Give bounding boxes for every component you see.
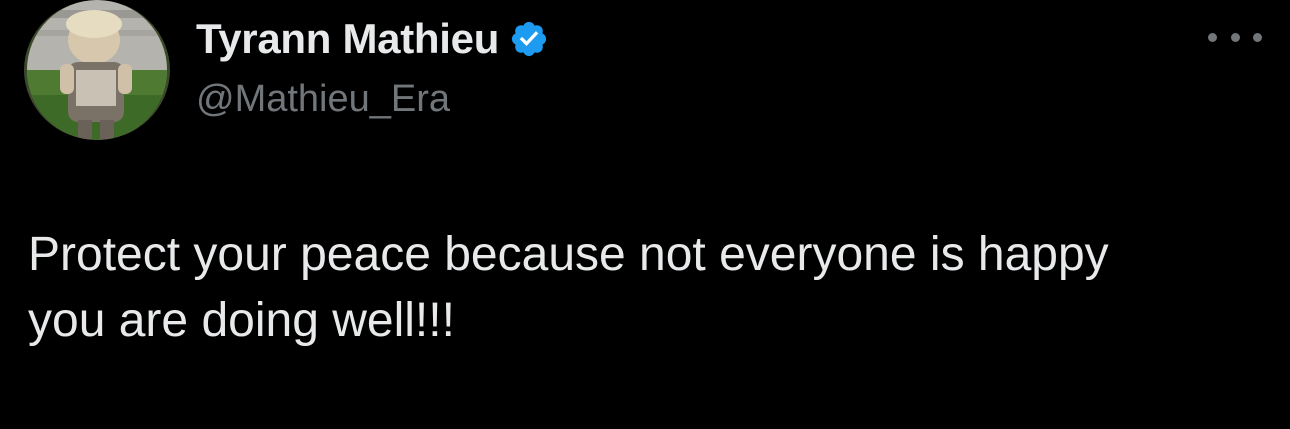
avatar[interactable] <box>24 0 170 140</box>
more-dot <box>1253 32 1262 42</box>
tweet-header: Tyrann Mathieu @Mathieu_Era <box>196 10 1096 121</box>
tweet-text: Protect your peace because not everyone … <box>28 222 1268 354</box>
more-dot <box>1208 32 1217 42</box>
display-name[interactable]: Tyrann Mathieu <box>196 15 499 63</box>
more-dot <box>1230 32 1240 42</box>
name-row: Tyrann Mathieu <box>196 10 1096 68</box>
tweet-text-line: you are doing well!!! <box>28 294 455 347</box>
avatar-photo <box>27 0 167 140</box>
tweet-card: Tyrann Mathieu @Mathieu_Era Protect your… <box>0 0 1290 429</box>
user-handle[interactable]: @Mathieu_Era <box>196 78 1096 121</box>
more-options-icon[interactable] <box>1208 22 1262 52</box>
tweet-text-line: Protect your peace because not everyone … <box>28 228 1109 281</box>
verified-badge-icon <box>509 19 549 59</box>
